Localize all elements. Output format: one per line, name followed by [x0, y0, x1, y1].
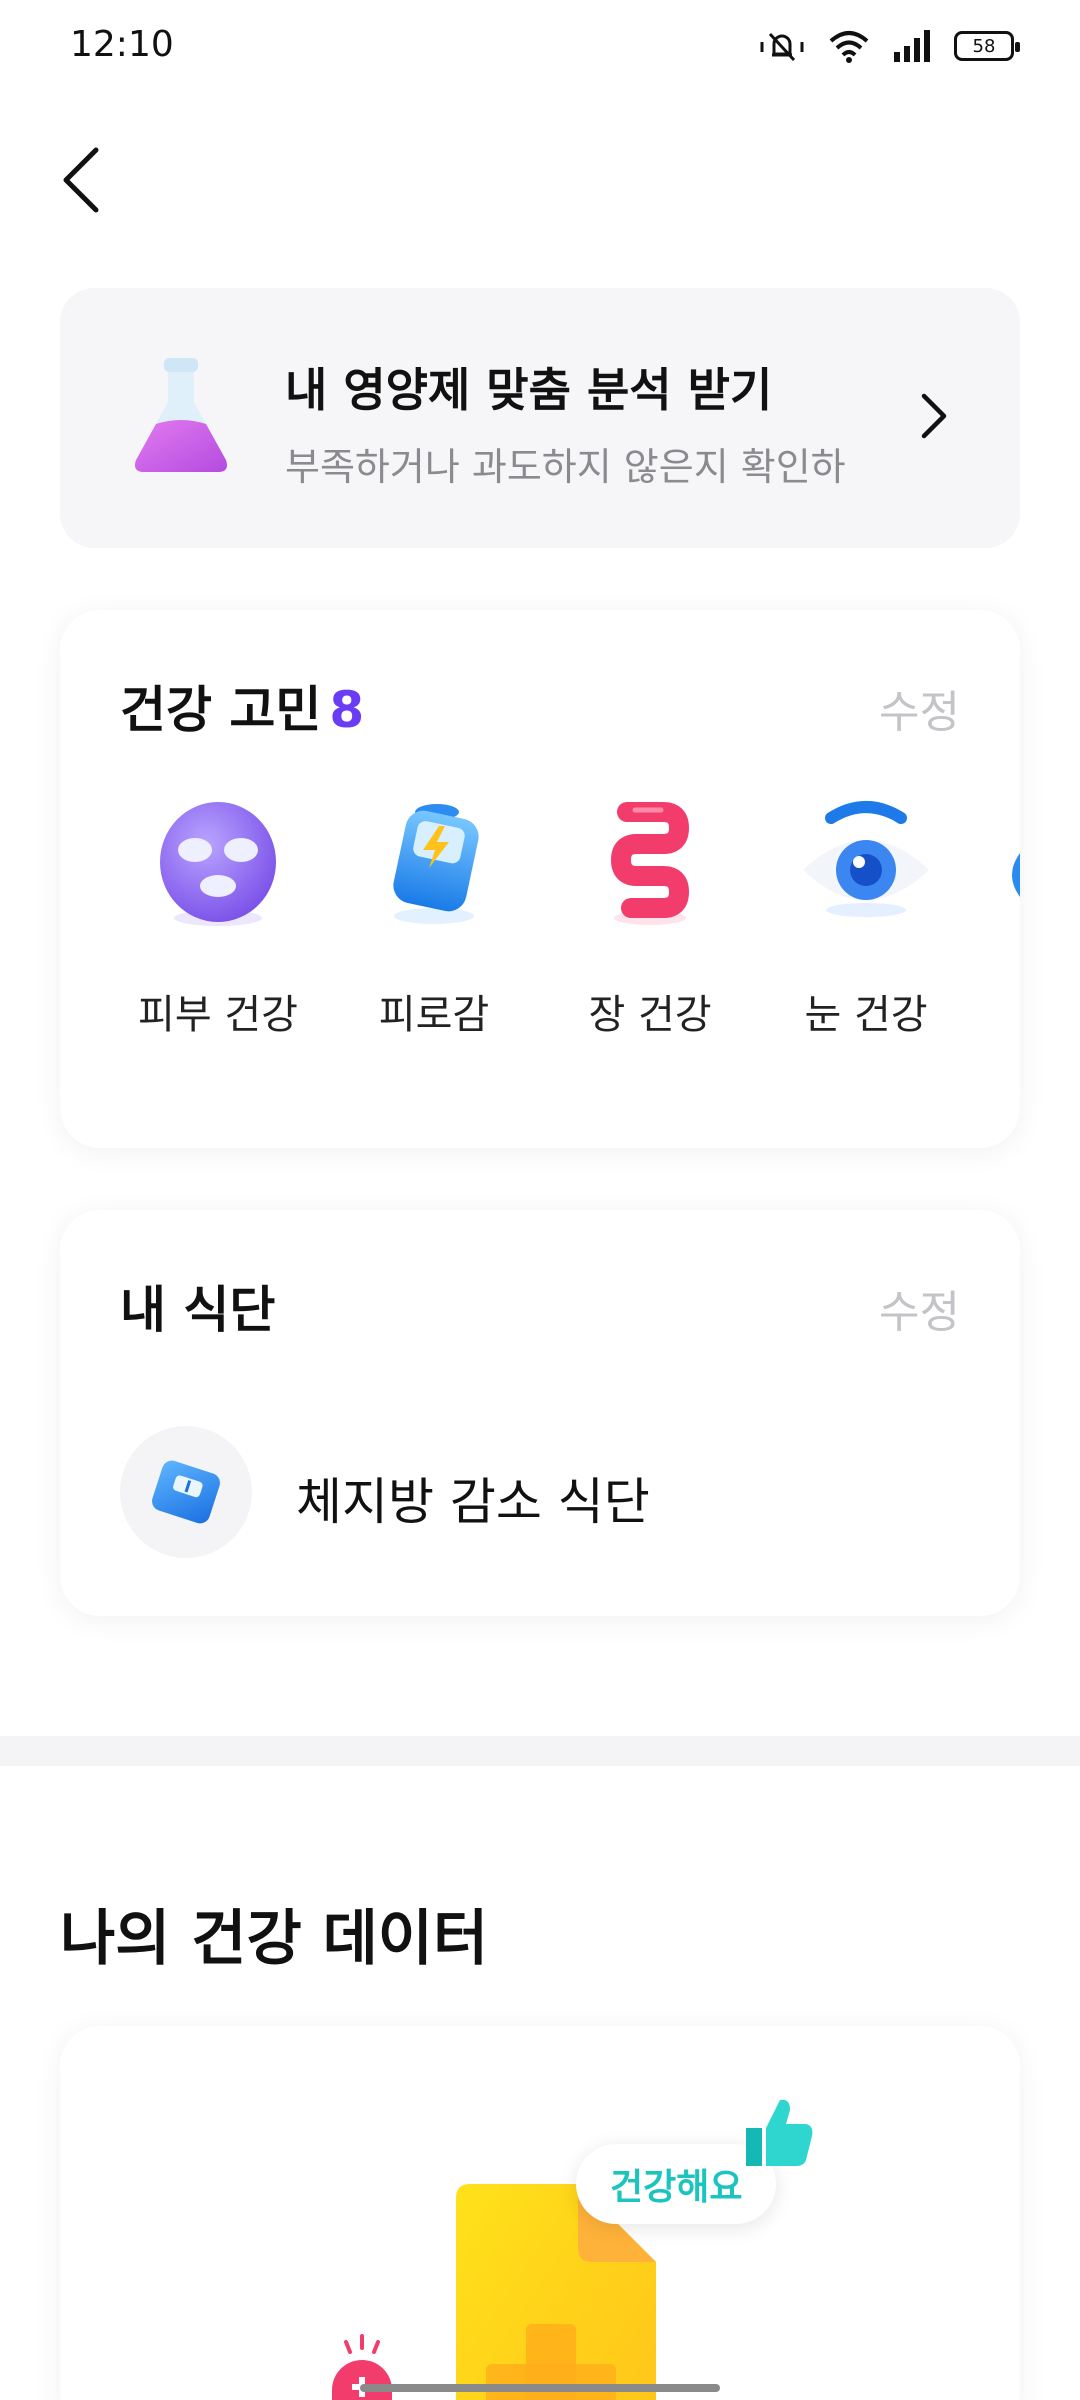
health-concerns-label: 건강 고민 [120, 681, 322, 739]
health-concerns-title: 건강 고민 8 [120, 670, 364, 742]
intestine-icon [611, 802, 689, 925]
my-diet-title: 내 식단 [120, 1281, 276, 1339]
next-concern-icon [1012, 853, 1020, 897]
back-arrow-icon [63, 147, 99, 213]
mute-vibrate-icon [760, 32, 804, 62]
battery-level: 58 [972, 35, 996, 57]
concern-item-skin[interactable]: 피부 건강 [110, 790, 326, 1040]
promo-subtitle: 부족하거나 과도하지 않은지 확인하 [285, 445, 846, 489]
concern-item-eye[interactable]: 눈 건강 [758, 790, 974, 1040]
diet-icon-container [120, 1426, 252, 1558]
diet-item-label[interactable]: 체지방 감소 식단 [296, 1462, 650, 1534]
status-time: 12:10 [70, 24, 174, 65]
thumbs-up-icon [746, 2099, 813, 2166]
health-concerns-edit-button[interactable]: 수정 [879, 676, 960, 740]
health-concerns-count: 8 [329, 681, 365, 739]
face-mask-icon [160, 802, 276, 926]
battery-charge-icon [393, 804, 479, 924]
wifi-icon [829, 31, 869, 63]
health-concern-list: 피부 건강 피로감 장 건강 눈 건강 [110, 790, 974, 1040]
health-data-section-title: 나의 건강 데이터 [60, 1904, 489, 1974]
my-diet-edit-button[interactable]: 수정 [879, 1276, 960, 1340]
concern-label: 장 건강 [588, 992, 712, 1038]
concern-item-fatigue[interactable]: 피로감 [326, 790, 542, 1040]
chevron-right-icon [921, 393, 947, 439]
concern-label: 눈 건강 [804, 992, 928, 1038]
status-icons: 58 [758, 28, 1020, 64]
status-bar: 12:10 58 [0, 0, 1080, 96]
concern-item-gut[interactable]: 장 건강 [542, 790, 758, 1040]
supplement-analysis-card[interactable]: 내 영양제 맞춤 분석 받기 부족하거나 과도하지 않은지 확인하 [60, 288, 1020, 548]
concern-label: 피로감 [378, 992, 490, 1038]
concern-label: 피부 건강 [138, 992, 298, 1038]
health-concerns-card: 건강 고민 8 수정 피부 건강 피로감 장 건강 눈 건강 [60, 610, 1020, 1148]
scale-icon [152, 1460, 220, 1524]
eye-icon [803, 801, 929, 917]
health-data-card[interactable]: 건강해요 [60, 2026, 1020, 2400]
battery-indicator: 58 [954, 31, 1020, 61]
section-divider [0, 1736, 1080, 1766]
flask-icon [135, 358, 227, 472]
home-indicator[interactable] [360, 2384, 720, 2392]
my-diet-card: 내 식단 수정 체지방 감소 식단 [60, 1210, 1020, 1616]
promo-title: 내 영양제 맞춤 분석 받기 [285, 363, 773, 417]
back-button[interactable] [52, 140, 116, 220]
signal-icon [894, 30, 930, 62]
